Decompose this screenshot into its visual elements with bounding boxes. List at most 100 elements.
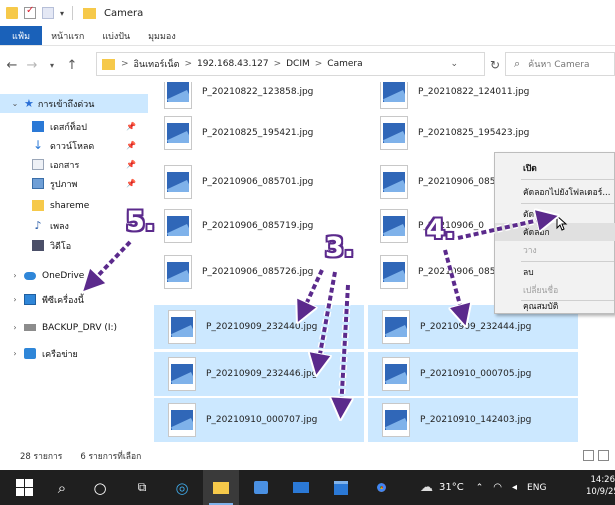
breadcrumb-separator: >: [273, 59, 282, 69]
search-input[interactable]: ⌕ ค้นหา Camera: [505, 52, 615, 76]
chevron-right-icon[interactable]: ›: [10, 271, 20, 280]
breadcrumb-dcim[interactable]: DCIM: [286, 59, 310, 69]
sidebar-item-pictures[interactable]: รูปภาพ 📌: [0, 174, 148, 193]
file-item-selected[interactable]: P_20210909_232446.jpg: [154, 352, 364, 396]
sidebar-item-backup-drive[interactable]: › BACKUP_DRV (I:): [0, 318, 148, 337]
menu-item-properties[interactable]: คุณสมบัติ: [495, 297, 615, 315]
file-explorer-button[interactable]: [203, 470, 239, 505]
store-icon: [254, 481, 268, 494]
chevron-up-icon[interactable]: ⌃: [476, 483, 484, 493]
sidebar-item-network[interactable]: › เครือข่าย: [0, 344, 148, 363]
language-indicator[interactable]: ENG: [527, 483, 546, 493]
sidebar-item-this-pc[interactable]: › พีซีเครื่องนี้: [0, 290, 148, 309]
sidebar-item-quick-access[interactable]: ⌄ ★ การเข้าถึงด่วน: [0, 94, 148, 113]
system-tray: ☁ 31°C ⌃ ◠ ◂ ENG: [420, 470, 546, 505]
refresh-icon[interactable]: ↻: [490, 58, 500, 72]
tab-file[interactable]: แฟ้ม: [0, 26, 43, 45]
menu-item-open[interactable]: เปิด: [495, 159, 615, 177]
file-item[interactable]: P_20210825_195421.jpg: [150, 111, 360, 155]
title-folder-icon: [83, 7, 97, 19]
tab-home[interactable]: หน้าแรก: [42, 26, 93, 45]
menu-item-paste[interactable]: วาง: [495, 241, 615, 259]
recent-dropdown-icon[interactable]: ▾: [44, 61, 60, 70]
file-name: P_20210910_000705.jpg: [420, 369, 532, 379]
breadcrumb-camera[interactable]: Camera: [327, 59, 362, 69]
menu-separator: [521, 261, 614, 262]
speaker-icon[interactable]: ◂: [512, 482, 517, 493]
menu-item-copy[interactable]: คัดลอก: [495, 223, 615, 241]
clock[interactable]: 14:26 10/9/2564: [586, 474, 615, 498]
chrome-button[interactable]: [363, 470, 399, 505]
forward-button[interactable]: →: [24, 58, 40, 73]
circle-icon: ○: [93, 478, 107, 497]
back-button[interactable]: ←: [4, 58, 20, 73]
chevron-right-icon[interactable]: ›: [10, 323, 20, 332]
sidebar-item-label: เพลง: [50, 221, 69, 232]
new-folder-icon[interactable]: [42, 7, 54, 19]
file-item-selected[interactable]: P_20210909_232440.jpg: [154, 305, 364, 349]
file-item[interactable]: P_20210822_123858.jpg: [150, 82, 360, 114]
details-view-icon[interactable]: [583, 450, 594, 461]
file-name: P_20210910_142403.jpg: [420, 415, 532, 425]
menu-item-cut[interactable]: ตัด: [495, 205, 615, 223]
menu-item-copy-to-folder[interactable]: คัดลอกไปยังโฟลเดอร์...: [495, 183, 615, 201]
sidebar-item-documents[interactable]: เอกสาร 📌: [0, 155, 148, 174]
wifi-icon[interactable]: ◠: [493, 482, 502, 493]
menu-separator: [521, 179, 614, 180]
mail-icon: [293, 482, 309, 493]
file-explorer-icon: [213, 481, 229, 494]
sidebar-item-onedrive[interactable]: › OneDrive: [0, 266, 148, 285]
computer-icon: [24, 294, 36, 305]
folder-icon[interactable]: [6, 7, 18, 19]
properties-check-icon[interactable]: [24, 5, 36, 19]
sidebar-item-label: shareme: [50, 200, 90, 211]
file-name: P_20210909_232440.jpg: [206, 322, 318, 332]
image-file-icon: [164, 82, 192, 109]
tab-share[interactable]: แบ่งปัน: [93, 26, 139, 45]
drive-icon: [24, 324, 36, 331]
navigation-pane: ⌄ ★ การเข้าถึงด่วน เดสก์ท็อป 📌 ↓ ดาวน์โห…: [0, 82, 148, 442]
edge-button[interactable]: ◎: [164, 470, 200, 505]
search-taskbar-button[interactable]: ⌕: [44, 470, 80, 505]
cloud-icon: [24, 271, 36, 280]
sidebar-item-desktop[interactable]: เดสก์ท็อป 📌: [0, 117, 148, 136]
chevron-right-icon[interactable]: ›: [10, 349, 20, 358]
sidebar-item-videos[interactable]: วิดีโอ: [0, 236, 148, 255]
file-item-selected[interactable]: P_20210910_000705.jpg: [368, 352, 578, 396]
address-bar[interactable]: > อินเทอร์เน็ต > 192.168.43.127 > DCIM >…: [96, 52, 485, 76]
address-dropdown-icon[interactable]: ⌄: [450, 59, 458, 69]
file-item-selected[interactable]: P_20210910_000707.jpg: [154, 398, 364, 442]
tab-view[interactable]: มุมมอง: [139, 26, 185, 45]
start-button[interactable]: [6, 470, 42, 505]
mail-button[interactable]: [283, 470, 319, 505]
file-item[interactable]: P_20210822_124011.jpg: [366, 82, 576, 114]
clock-date: 10/9/2564: [586, 487, 615, 497]
breadcrumb-ip[interactable]: 192.168.43.127: [197, 59, 269, 69]
task-view-button[interactable]: ⧉: [124, 470, 160, 505]
weather-temp[interactable]: 31°C: [439, 482, 464, 493]
image-file-icon: [168, 310, 196, 344]
file-item[interactable]: P_20210825_195423.jpg: [366, 111, 576, 155]
file-name: P_20210906_085701.jpg: [202, 177, 314, 187]
up-button[interactable]: ↑: [64, 58, 80, 73]
image-file-icon: [380, 116, 408, 150]
file-item[interactable]: P_20210906_085701.jpg: [150, 160, 360, 204]
quick-access-dropdown-icon[interactable]: ▾: [60, 9, 64, 18]
pin-icon: 📌: [126, 122, 136, 131]
store-button[interactable]: [243, 470, 279, 505]
step-5-label: 5.: [126, 206, 156, 237]
large-icons-view-icon[interactable]: [598, 450, 609, 461]
menu-item-delete[interactable]: ลบ: [495, 263, 615, 281]
search-icon: ⌕: [57, 478, 67, 497]
chevron-down-icon[interactable]: ⌄: [10, 99, 20, 108]
windows-logo-icon: [15, 479, 33, 496]
step-4-label: 4.: [426, 214, 456, 245]
calendar-button[interactable]: [323, 470, 359, 505]
breadcrumb-internet[interactable]: อินเทอร์เน็ต: [134, 57, 180, 71]
file-item-selected[interactable]: P_20210910_142403.jpg: [368, 398, 578, 442]
video-icon: [32, 240, 44, 251]
image-file-icon: [382, 310, 410, 344]
chevron-right-icon[interactable]: ›: [10, 295, 20, 304]
cortana-button[interactable]: ○: [82, 470, 118, 505]
sidebar-item-downloads[interactable]: ↓ ดาวน์โหลด 📌: [0, 136, 148, 155]
